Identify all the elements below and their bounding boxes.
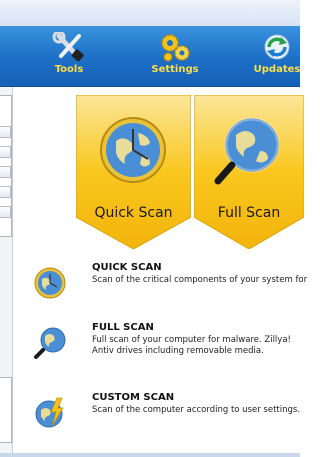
full-scan-title: FULL SCAN	[92, 322, 154, 333]
custom-scan-title: CUSTOM SCAN	[92, 392, 175, 403]
quick-scan-title: QUICK SCAN	[92, 262, 162, 273]
sidebar-panel	[0, 95, 12, 237]
full-scan-tile[interactable]: Full Scan	[194, 95, 304, 249]
globe-lightning-icon	[35, 397, 64, 428]
quick-scan-tile[interactable]: Quick Scan	[76, 95, 191, 249]
gears-icon	[161, 34, 190, 62]
full-scan-description: Full scan of your computer for malware. …	[92, 335, 291, 356]
sidebar-item[interactable]	[0, 206, 11, 218]
settings-label: Settings	[151, 64, 199, 75]
custom-scan-option[interactable]: CUSTOM SCAN Scan of the computer accordi…	[13, 392, 300, 442]
sidebar-panel	[0, 377, 12, 443]
refresh-icon	[264, 34, 290, 60]
quick-scan-tile-label: Quick Scan	[94, 205, 173, 221]
custom-scan-description: Scan of the computer according to user s…	[92, 405, 301, 415]
globe-magnifier-icon	[214, 117, 280, 185]
tools-button[interactable]: Tools	[34, 32, 104, 84]
settings-button[interactable]: Settings	[140, 32, 210, 84]
sidebar-item[interactable]	[0, 126, 11, 138]
sidebar-item[interactable]	[0, 166, 11, 178]
window-titlebar	[0, 0, 300, 27]
bottom-border	[0, 453, 300, 457]
globe-clock-icon	[100, 117, 166, 183]
updates-label: Updates	[253, 64, 301, 75]
quick-scan-description: Scan of the critical components of your …	[92, 275, 308, 285]
tools-label: Tools	[54, 64, 84, 75]
tools-icon	[52, 32, 84, 62]
updates-button[interactable]: Updates	[242, 32, 312, 84]
sidebar-item[interactable]	[0, 186, 11, 198]
scan-panel: Quick Scan Full Scan QUICK SCAN Scan of …	[13, 87, 307, 453]
quick-scan-option[interactable]: QUICK SCAN Scan of the critical componen…	[13, 262, 307, 312]
main-toolbar: Tools Settings Updates	[0, 26, 300, 87]
full-scan-option[interactable]: FULL SCAN Full scan of your computer for…	[13, 322, 300, 372]
sidebar-item[interactable]	[0, 146, 11, 158]
full-scan-tile-label: Full Scan	[217, 205, 281, 221]
left-sidebar	[0, 87, 13, 457]
globe-magnifier-icon	[34, 327, 66, 359]
globe-clock-icon	[34, 267, 66, 299]
